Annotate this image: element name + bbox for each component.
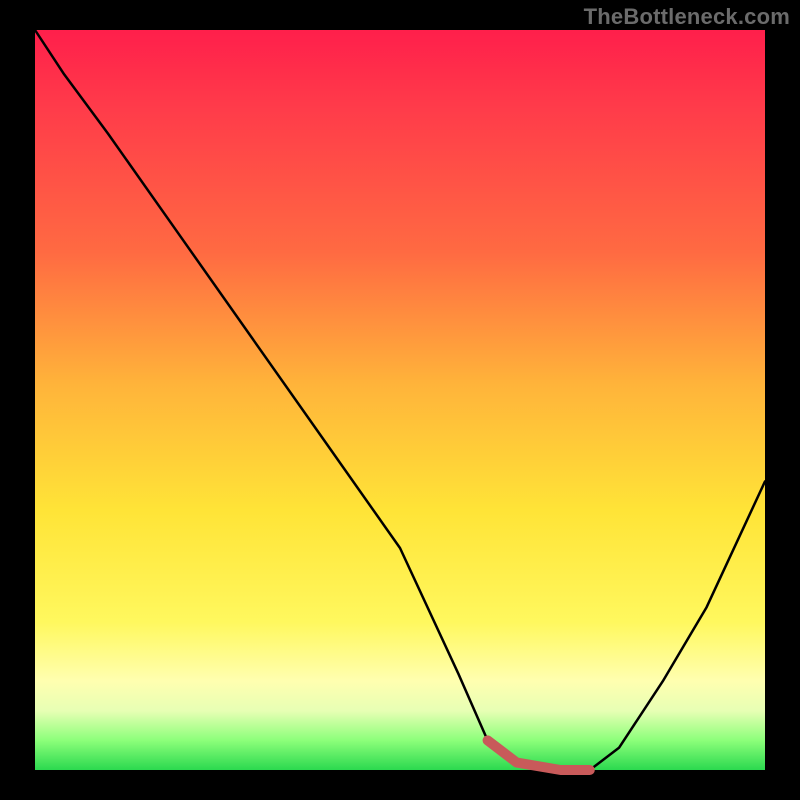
bottleneck-curve [35,30,765,770]
curve-layer [35,30,765,770]
chart-frame: TheBottleneck.com [0,0,800,800]
attribution-text: TheBottleneck.com [584,4,790,30]
optimum-band [488,740,590,770]
plot-area [35,30,765,770]
